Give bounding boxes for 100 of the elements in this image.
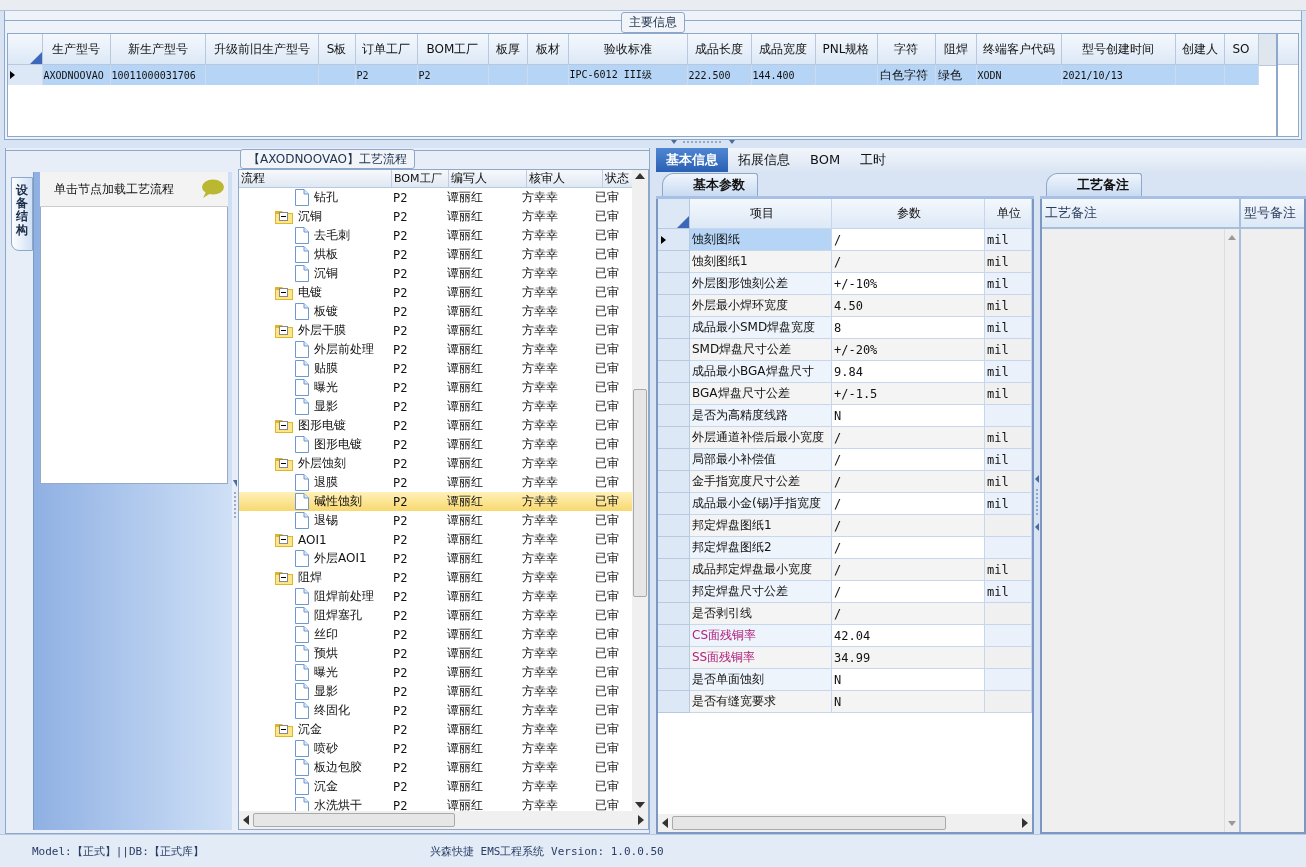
tab[interactable]: 基本信息 [656,148,728,172]
table-row[interactable]: BGA焊盘尺寸公差 +/-1.5 mil [658,383,1032,405]
row-header[interactable] [658,229,690,251]
collapse-icon[interactable] [279,725,288,734]
table-row[interactable]: 邦定焊盘尺寸公差 / mil [658,581,1032,603]
table-row[interactable]: 局部最小补偿值 / mil [658,449,1032,471]
column-header[interactable]: PNL规格 [815,34,877,65]
row-header[interactable] [8,64,42,85]
tab[interactable]: 工时 [850,148,897,172]
column-header[interactable]: 流程 [239,170,392,187]
column-header[interactable]: 核审人 [527,170,603,187]
column-header[interactable]: 生产型号 [42,34,110,65]
scroll-down-icon[interactable] [635,802,645,808]
column-header[interactable]: 成品宽度 [751,34,815,65]
table-row[interactable]: 外层通道补偿后最小宽度 / mil [658,427,1032,449]
column-header[interactable]: 新生产型号 [110,34,205,65]
side-tab[interactable]: 设备结构 [11,177,33,251]
tree-row[interactable]: 贴膜 P2 谭丽红 方幸幸 已审 [239,359,632,378]
collapse-icon[interactable] [279,459,288,468]
tree-row[interactable]: 烘板 P2 谭丽红 方幸幸 已审 [239,245,632,264]
column-header[interactable]: 升级前旧生产型号 [205,34,318,65]
tree-row[interactable]: 显影 P2 谭丽红 方幸幸 已审 [239,397,632,416]
table-row[interactable]: 成品最小BGA焊盘尺寸 9.84 mil [658,361,1032,383]
table-row[interactable]: 邦定焊盘图纸2 / [658,537,1032,559]
column-header[interactable]: 订单工厂 [355,34,417,65]
tree-row[interactable]: 碱性蚀刻 P2 谭丽红 方幸幸 已审 [239,492,632,511]
table-row[interactable]: 成品最小金(锡)手指宽度 / mil [658,493,1032,515]
scroll-thumb[interactable] [253,813,455,827]
tree-row[interactable]: 钻孔 P2 谭丽红 方幸幸 已审 [239,188,632,207]
horizontal-scrollbar[interactable] [239,811,648,829]
collapse-icon[interactable] [279,573,288,582]
column-header[interactable]: 编写人 [449,170,527,187]
panel-tab[interactable]: 工艺备注 [1046,173,1142,196]
collapse-icon[interactable] [279,535,288,544]
column-header[interactable]: 阻焊 [935,34,976,65]
tree-row[interactable]: 沉金 P2 谭丽红 方幸幸 已审 [239,720,632,739]
tab[interactable]: BOM [800,148,851,172]
tree-row[interactable]: 终固化 P2 谭丽红 方幸幸 已审 [239,701,632,720]
table-row[interactable]: 是否有缝宽要求 N [658,691,1032,713]
splitter-grip-icon[interactable] [1035,475,1039,531]
column-header[interactable]: SO [1224,34,1258,65]
tree-row[interactable]: 丝印 P2 谭丽红 方幸幸 已审 [239,625,632,644]
scroll-left-icon[interactable] [662,818,668,828]
collapse-icon[interactable] [279,326,288,335]
table-row[interactable]: 外层图形蚀刻公差 +/-10% mil [658,273,1032,295]
column-header[interactable]: S板 [318,34,355,65]
column-header[interactable] [1277,34,1298,65]
column-header[interactable]: 终端客户代码 [976,34,1061,65]
collapse-icon[interactable] [279,421,288,430]
column-header[interactable]: 型号备注 [1241,199,1304,229]
tree-row[interactable]: 曝光 P2 谭丽红 方幸幸 已审 [239,378,632,397]
table-row[interactable]: 成品最小SMD焊盘宽度 8 mil [658,317,1032,339]
column-header[interactable]: 成品长度 [687,34,751,65]
column-header[interactable]: 创建人 [1175,34,1224,65]
column-header[interactable]: 板厚 [488,34,527,65]
tree-row[interactable]: 退锡 P2 谭丽红 方幸幸 已审 [239,511,632,530]
table-row[interactable]: 蚀刻图纸 / mil [658,229,1032,251]
tree-row[interactable]: 水洗烘干 P2 谭丽红 方幸幸 已审 [239,796,632,811]
tree-row[interactable]: 外层干膜 P2 谭丽红 方幸幸 已审 [239,321,632,340]
table-row[interactable]: 蚀刻图纸1 / mil [658,251,1032,273]
tree-row[interactable]: 曝光 P2 谭丽红 方幸幸 已审 [239,663,632,682]
tree-row[interactable]: 阻焊 P2 谭丽红 方幸幸 已审 [239,568,632,587]
tree-row[interactable]: 图形电镀 P2 谭丽红 方幸幸 已审 [239,435,632,454]
tree-row[interactable]: 显影 P2 谭丽红 方幸幸 已审 [239,682,632,701]
tree-row[interactable]: 外层AOI1 P2 谭丽红 方幸幸 已审 [239,549,632,568]
tree-row[interactable]: 板边包胶 P2 谭丽红 方幸幸 已审 [239,758,632,777]
column-header[interactable]: 验收标准 [568,34,687,65]
column-header[interactable]: 型号创建时间 [1061,34,1175,65]
column-header[interactable]: 板材 [527,34,568,65]
table-row[interactable]: 是否剥引线 / [658,603,1032,625]
tree-row[interactable]: 喷砂 P2 谭丽红 方幸幸 已审 [239,739,632,758]
tab[interactable]: 拓展信息 [728,148,800,172]
tree-row[interactable]: 阻焊前处理 P2 谭丽红 方幸幸 已审 [239,587,632,606]
table-row[interactable]: AXODNOOVAO 10011000031706 P2 P2 IPC-6012 III级 222.500 144.400 白色字符 绿色 XODN 2021/10/13 [8,64,1258,85]
scroll-thumb[interactable] [633,389,647,597]
column-header[interactable]: BOM工厂 [417,34,488,65]
tree-row[interactable]: 去毛刺 P2 谭丽红 方幸幸 已审 [239,226,632,245]
tree-row[interactable]: 退膜 P2 谭丽红 方幸幸 已审 [239,473,632,492]
splitter-grip-icon[interactable] [671,140,735,146]
tree-row[interactable]: 图形电镀 P2 谭丽红 方幸幸 已审 [239,416,632,435]
table-row[interactable]: 成品邦定焊盘最小宽度 / mil [658,559,1032,581]
column-header[interactable]: BOM工厂 [392,170,449,187]
tree-row[interactable]: 外层蚀刻 P2 谭丽红 方幸幸 已审 [239,454,632,473]
tree-row[interactable]: 板镀 P2 谭丽红 方幸幸 已审 [239,302,632,321]
table-row[interactable]: 金手指宽度尺寸公差 / mil [658,471,1032,493]
scroll-thumb[interactable] [672,816,946,830]
tree-row[interactable]: 沉铜 P2 谭丽红 方幸幸 已审 [239,207,632,226]
grid-corner[interactable] [658,199,690,229]
vertical-scrollbar[interactable] [632,170,648,811]
table-row[interactable]: SS面残铜率 34.99 [658,647,1032,669]
table-row[interactable]: 外层最小焊环宽度 4.50 mil [658,295,1032,317]
table-row[interactable]: 是否单面蚀刻 N [658,669,1032,691]
tree-row[interactable]: 电镀 P2 谭丽红 方幸幸 已审 [239,283,632,302]
scroll-right-icon[interactable] [638,815,644,825]
scroll-up-icon[interactable] [635,173,645,179]
scroll-right-icon[interactable] [1022,818,1028,828]
tree-row[interactable]: 预烘 P2 谭丽红 方幸幸 已审 [239,644,632,663]
collapse-icon[interactable] [279,212,288,221]
column-header[interactable]: 字符 [877,34,935,65]
tree-row[interactable]: 阻焊塞孔 P2 谭丽红 方幸幸 已审 [239,606,632,625]
